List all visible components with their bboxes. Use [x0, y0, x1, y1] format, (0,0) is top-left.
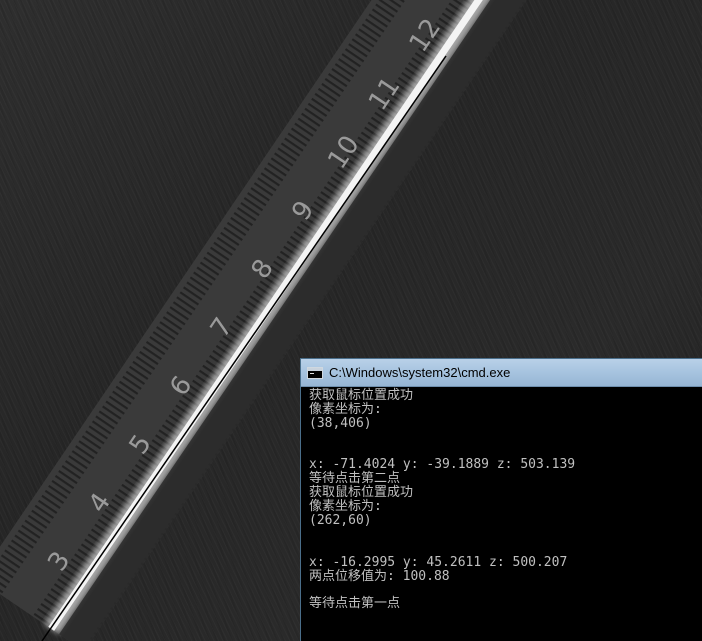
cmd-titlebar[interactable]: C:\Windows\system32\cmd.exe: [301, 359, 702, 387]
console-line: (262,60): [309, 513, 372, 529]
console-line: x: -16.2995 y: 45.2611 z: 500.207: [309, 554, 568, 570]
console-line: 两点位移值为: 100.88: [309, 568, 450, 584]
console-line: 像素坐标为:: [309, 499, 382, 515]
console-line: 等待点击第二点: [309, 471, 401, 487]
console-output[interactable]: 获取鼠标位置成功 像素坐标为: (38,406) x: -71.4024 y: -39…: [301, 387, 702, 611]
console-line: 像素坐标为:: [309, 401, 382, 417]
cmd-window[interactable]: C:\Windows\system32\cmd.exe 获取鼠标位置成功 像素坐标…: [300, 358, 702, 641]
console-icon: [307, 366, 323, 379]
camera-image-background: 3 4 5 6 7 8 9 10 11 12 C:\Windows\system32\cmd.ex…: [0, 0, 702, 641]
console-line: 获取鼠标位置成功: [309, 485, 414, 501]
window-title: C:\Windows\system32\cmd.exe: [329, 365, 511, 380]
console-line: 等待点击第一点: [309, 596, 401, 612]
console-line: 获取鼠标位置成功: [309, 388, 414, 403]
console-line: (38,406): [309, 415, 372, 431]
